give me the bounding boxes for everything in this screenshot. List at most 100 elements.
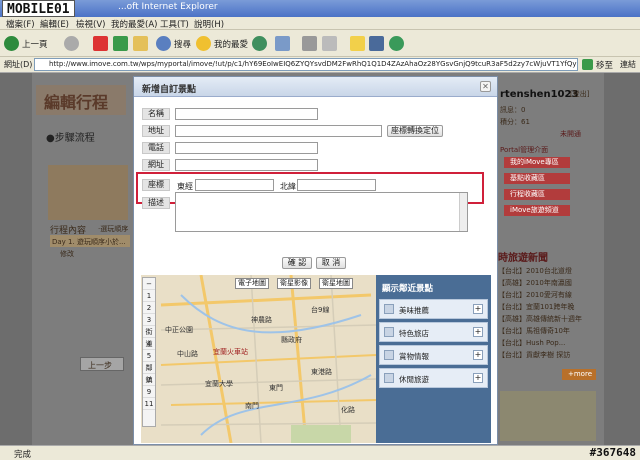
map-view[interactable]: − 1 2 3 街道 4 5 鄰鎮 7 9 11 電子地圖 衛星影像 衛星地圖 … bbox=[141, 275, 376, 443]
longitude-label: 東經 bbox=[177, 182, 193, 191]
dialog-title-bar: 新增自訂景點 ✕ bbox=[134, 77, 497, 97]
zoom-level-7[interactable]: 7 bbox=[143, 374, 155, 386]
bg-link-2: 行程收藏區 bbox=[504, 189, 570, 200]
zoom-level-11[interactable]: 11 bbox=[143, 398, 155, 410]
website-label: 網址 bbox=[142, 159, 170, 171]
geocode-button[interactable]: 座標轉換定位 bbox=[387, 125, 443, 137]
page-icon bbox=[322, 36, 337, 51]
bg-news-6: 【台北】Hush Pop... bbox=[498, 339, 566, 347]
menu-tools[interactable]: 工具(T) bbox=[160, 18, 189, 30]
bg-news-0: 【台北】2010台北道燈 bbox=[498, 267, 572, 275]
bg-link-0: 我的iMove專區 bbox=[504, 157, 570, 168]
longitude-input[interactable] bbox=[195, 179, 274, 191]
textarea-scrollbar[interactable] bbox=[459, 193, 467, 231]
go-button[interactable]: 移至 bbox=[582, 58, 613, 71]
mail-icon bbox=[275, 36, 290, 51]
forward-button[interactable] bbox=[64, 35, 82, 52]
coords-label: 座標 bbox=[142, 179, 170, 191]
watermark: #367648 bbox=[589, 446, 636, 459]
map-label-0: 中正公園 bbox=[165, 326, 193, 334]
menu-favorites[interactable]: 我的最愛(A) bbox=[111, 18, 157, 30]
desc-label: 描述 bbox=[142, 197, 170, 209]
back-button[interactable]: 上一頁 bbox=[4, 35, 48, 52]
name-input[interactable] bbox=[175, 108, 318, 120]
cancel-button[interactable]: 取 消 bbox=[316, 257, 346, 269]
forward-arrow-icon bbox=[64, 36, 79, 51]
history-button[interactable] bbox=[252, 35, 270, 52]
map-label-9: 東門 bbox=[269, 384, 283, 392]
mail-button[interactable] bbox=[275, 35, 293, 52]
map-type-hybrid[interactable]: 衛星地圖 bbox=[319, 278, 353, 289]
address-input[interactable]: http://www.imove.com.tw/wps/myportal/imo… bbox=[34, 58, 578, 71]
address-field[interactable] bbox=[175, 125, 382, 137]
folder-button[interactable] bbox=[350, 35, 368, 52]
zoom-level-1[interactable]: 1 bbox=[143, 290, 155, 302]
zoom-level-2[interactable]: 2 bbox=[143, 302, 155, 314]
links-label[interactable]: 連結 bbox=[620, 59, 636, 70]
leisure-icon bbox=[384, 373, 394, 383]
poi-item-food[interactable]: 美味推薦 + bbox=[379, 299, 488, 319]
map-label-5: 南門 bbox=[245, 402, 259, 410]
bg-portal-label: Portal管理介面 bbox=[500, 146, 549, 154]
window-title: ...oft Internet Explorer bbox=[118, 2, 218, 12]
shopping-icon bbox=[384, 350, 394, 360]
stop-button[interactable] bbox=[93, 35, 111, 52]
refresh-icon bbox=[113, 36, 128, 51]
map-label-1: 中山路 bbox=[177, 350, 198, 358]
search-icon bbox=[156, 36, 171, 51]
poi-item-leisure[interactable]: 休閒旅遊 + bbox=[379, 368, 488, 388]
expand-plus-icon[interactable]: + bbox=[473, 373, 483, 383]
expand-plus-icon[interactable]: + bbox=[473, 304, 483, 314]
confirm-button[interactable]: 確 認 bbox=[282, 257, 312, 269]
menu-help[interactable]: 說明(H) bbox=[194, 18, 224, 30]
expand-plus-icon[interactable]: + bbox=[473, 327, 483, 337]
map-label-8: 神農路 bbox=[251, 316, 272, 324]
print-button[interactable] bbox=[302, 35, 320, 52]
poi-item-hotel[interactable]: 特色旅店 + bbox=[379, 322, 488, 342]
zoom-level-3[interactable]: 3 bbox=[143, 314, 155, 326]
bg-news-4: 【高雄】高雄傳統新十週年 bbox=[498, 315, 582, 323]
website-input[interactable] bbox=[175, 159, 318, 171]
bg-link-1: 基點收藏區 bbox=[504, 173, 570, 184]
phone-input[interactable] bbox=[175, 142, 318, 154]
toolbar: 上一頁 搜尋 我的最愛 bbox=[0, 30, 640, 57]
zoom-level-5[interactable]: 5 bbox=[143, 350, 155, 362]
menu-edit[interactable]: 編輯(E) bbox=[40, 18, 69, 30]
expand-plus-icon[interactable]: + bbox=[473, 350, 483, 360]
research-icon bbox=[369, 36, 384, 51]
refresh-button[interactable] bbox=[113, 35, 131, 52]
menu-view[interactable]: 檢視(V) bbox=[76, 18, 105, 30]
research-button[interactable] bbox=[369, 35, 387, 52]
zoom-name-town[interactable]: 鄰鎮 bbox=[143, 362, 155, 384]
home-button[interactable] bbox=[133, 35, 151, 52]
bg-more: +more bbox=[562, 369, 596, 380]
description-textarea[interactable] bbox=[175, 192, 468, 232]
bg-news-1: 【高雄】2010年南瀛國 bbox=[498, 279, 572, 287]
zoom-in-icon[interactable]: − bbox=[143, 278, 155, 290]
close-icon[interactable]: ✕ bbox=[480, 81, 491, 92]
edit-page-button[interactable] bbox=[322, 35, 340, 52]
favorites-button[interactable]: 我的最愛 bbox=[196, 35, 248, 52]
latitude-input[interactable] bbox=[297, 179, 376, 191]
go-arrow-icon bbox=[582, 59, 593, 70]
map-type-electronic[interactable]: 電子地圖 bbox=[235, 278, 269, 289]
search-button[interactable]: 搜尋 bbox=[156, 35, 191, 52]
poi-item-shopping[interactable]: 賞物情報 + bbox=[379, 345, 488, 365]
window-title-bar: MOBILE01 ...oft Internet Explorer bbox=[0, 0, 640, 17]
bg-edit: 修改 bbox=[60, 250, 74, 258]
map-type-satellite[interactable]: 衛星影像 bbox=[277, 278, 311, 289]
map-label-6: 東港路 bbox=[311, 368, 332, 376]
zoom-level-9[interactable]: 9 bbox=[143, 386, 155, 398]
zoom-level-4[interactable]: 4 bbox=[143, 338, 155, 350]
bg-news-3: 【台北】宜蘭101跨年晚 bbox=[498, 303, 575, 311]
menu-file[interactable]: 檔案(F) bbox=[6, 18, 35, 30]
print-icon bbox=[302, 36, 317, 51]
food-icon bbox=[384, 304, 394, 314]
zoom-control[interactable]: − 1 2 3 街道 4 5 鄰鎮 7 9 11 bbox=[142, 277, 156, 427]
map-label-3: 宜蘭大學 bbox=[205, 380, 233, 388]
messenger-button[interactable] bbox=[389, 35, 407, 52]
zoom-name-street[interactable]: 街道 bbox=[143, 326, 155, 348]
nearby-poi-title: 顯示鄰近景點 bbox=[382, 284, 434, 294]
home-icon bbox=[133, 36, 148, 51]
map-label-4: 縣政府 bbox=[281, 336, 302, 344]
